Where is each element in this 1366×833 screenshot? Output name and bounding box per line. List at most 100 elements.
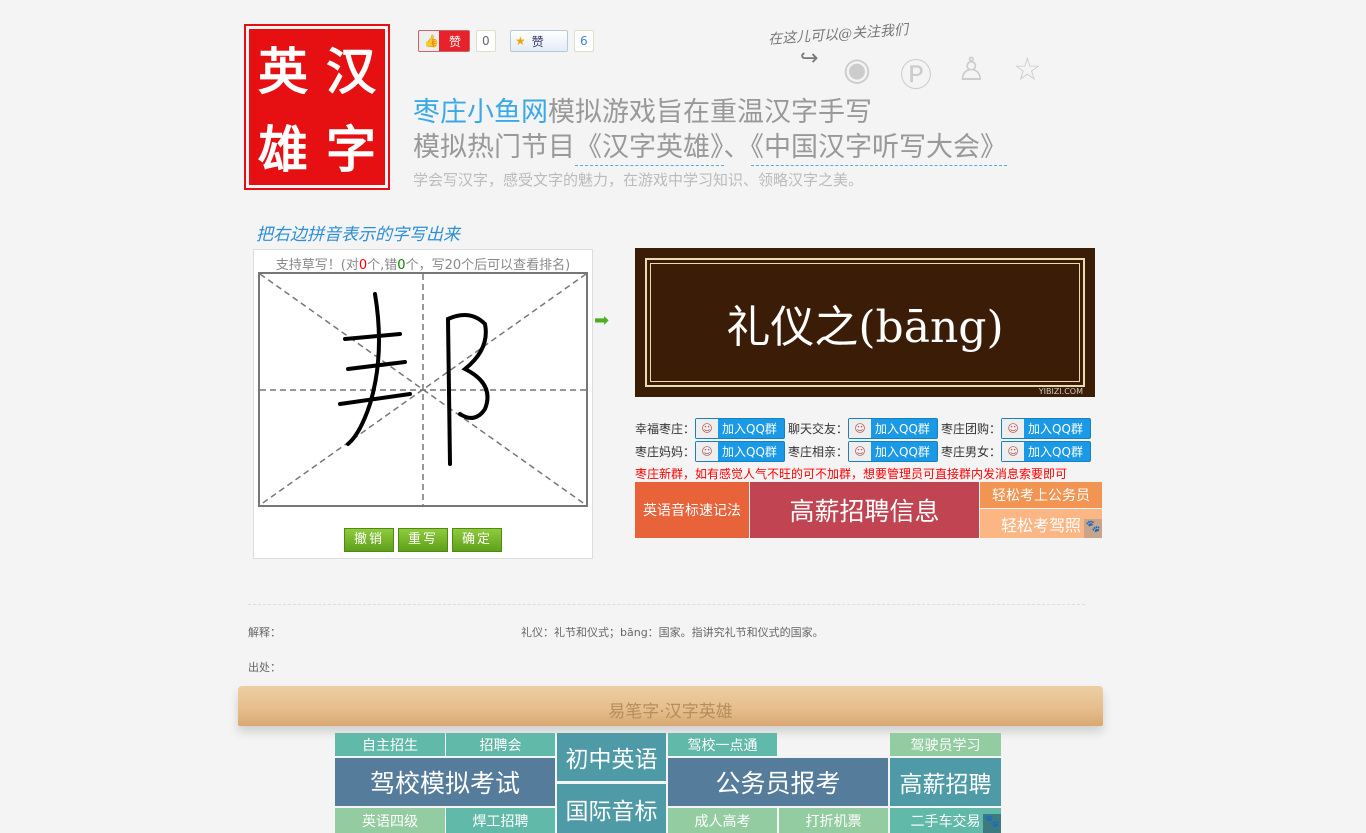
like-button[interactable]: 👍 赞: [418, 30, 470, 52]
show-link-hanzi-yingxiong[interactable]: 《汉字英雄》: [575, 132, 724, 166]
weibo-icon[interactable]: ◉: [843, 50, 871, 88]
grid-tile[interactable]: 招聘会: [446, 733, 555, 756]
grid-tile[interactable]: 国际音标: [557, 784, 666, 833]
header-line1: 枣庄小鱼网模拟游戏旨在重温汉字手写: [413, 90, 872, 129]
question-text: 礼仪之(bāng): [645, 258, 1085, 387]
grid-tile[interactable]: 自主招生: [335, 733, 445, 756]
follow-text: 在这儿可以@关注我们: [767, 22, 909, 48]
like-label: 赞: [448, 34, 461, 49]
grid-tile[interactable]: 高薪招聘: [890, 758, 1001, 806]
explain-text: 礼仪：礼节和仪式；bāng：国家。指讲究礼节和仪式的国家。: [521, 626, 824, 639]
rewrite-button[interactable]: 重写: [398, 528, 448, 552]
confirm-button[interactable]: 确定: [452, 528, 502, 552]
group-label: 枣庄相亲：: [788, 445, 849, 459]
banner-jobs[interactable]: 高薪招聘信息: [750, 482, 979, 538]
star-icon[interactable]: ☆: [1013, 50, 1042, 88]
grid-and-strokes: [259, 273, 587, 506]
button-label: 加入QQ群: [1028, 422, 1083, 436]
join-qq-button[interactable]: ☺ 加入QQ群: [1001, 418, 1092, 439]
grid-tile[interactable]: 打折机票: [779, 808, 888, 833]
qq-groups: 幸福枣庄： ☺ 加入QQ群 聊天交友： ☺ 加入QQ群 枣庄团购： ☺ 加入QQ群 枣庄妈妈…: [635, 418, 1094, 482]
header-text: 模拟游戏旨在重温汉字手写: [548, 97, 872, 128]
arrow-icon: ↪: [800, 46, 819, 71]
paw-icon[interactable]: 🐾: [1084, 519, 1102, 538]
watermark: YIBIZI.COM: [1038, 387, 1083, 396]
banner-phonetics[interactable]: 英语音标速记法: [635, 482, 749, 538]
logo-char: 雄: [258, 120, 308, 179]
like-widget: 👍 赞 0: [418, 30, 496, 52]
people-icon: ☺: [849, 419, 872, 438]
join-qq-button[interactable]: ☺ 加入QQ群: [848, 441, 939, 462]
people-icon: ☺: [849, 442, 872, 461]
star-count: 6: [574, 30, 594, 52]
group-label: 幸福枣庄：: [635, 422, 696, 436]
grid-tile[interactable]: 驾校模拟考试: [335, 758, 555, 806]
qq-note: 枣庄新群，如有感觉人气不旺的可不加群，想要管理员可直接群内发消息索要即可: [635, 467, 1068, 481]
writing-panel: 支持草写！(对0个,错0个，写20个后可以查看排名) 撤销 重写 确定: [253, 249, 593, 559]
banner-civil-service[interactable]: 轻松考上公务员: [980, 482, 1102, 508]
button-label: 加入QQ群: [875, 445, 930, 459]
paw-icon[interactable]: 🐾: [983, 814, 1001, 833]
pinterest-icon[interactable]: Ⓟ: [900, 50, 932, 96]
caption-text: 支持草写！(对: [275, 258, 359, 273]
group-label: 枣庄妈妈：: [635, 445, 696, 459]
handwritten-strokes: [338, 292, 490, 466]
people-icon: ☺: [1002, 419, 1025, 438]
qq-penguin-icon[interactable]: ♙: [957, 50, 986, 88]
like-count: 0: [476, 30, 496, 52]
star-icon: ★: [515, 34, 526, 48]
grid-tile[interactable]: 焊工招聘: [446, 808, 555, 833]
instruction-text: 把右边拼音表示的字写出来: [256, 225, 460, 245]
wood-shelf: 易笔字·汉字英雄: [238, 686, 1103, 726]
star-like-button[interactable]: ★ 赞: [510, 30, 568, 52]
site-logo[interactable]: 英 汉 雄 字: [244, 24, 390, 190]
join-qq-button[interactable]: ☺ 加入QQ群: [695, 441, 786, 462]
header-line2: 模拟热门节目《汉字英雄》、《中国汉字听写大会》: [413, 125, 1007, 166]
caption-text: 个,错: [367, 258, 398, 273]
brand-link[interactable]: 枣庄小鱼网: [413, 97, 548, 128]
thumbs-up-icon: 👍: [424, 34, 439, 48]
explain-label: 解释：: [248, 626, 281, 639]
grid-tile[interactable]: 驾驶员学习: [890, 733, 1001, 756]
people-icon: ☺: [696, 442, 719, 461]
header-subtitle: 学会写汉字，感受文字的魅力，在游戏中学习知识、领略汉字之美。: [413, 171, 864, 189]
join-qq-button[interactable]: ☺ 加入QQ群: [695, 418, 786, 439]
writing-canvas[interactable]: [258, 272, 588, 507]
button-label: 加入QQ群: [722, 445, 777, 459]
grid-tile[interactable]: 初中英语: [557, 733, 666, 781]
wrong-count: 0: [397, 258, 406, 273]
grid-tile[interactable]: 驾校一点通: [668, 733, 777, 756]
undo-button[interactable]: 撤销: [344, 528, 394, 552]
separator: 、: [723, 132, 751, 163]
green-arrow-icon: ➡: [594, 310, 610, 331]
grid-tile[interactable]: 成人高考: [668, 808, 777, 833]
guide-grid: [259, 273, 587, 506]
logo-char: 字: [326, 120, 376, 179]
logo-char: 英: [258, 42, 308, 101]
star-label: 赞: [531, 34, 544, 49]
group-label: 枣庄男女：: [941, 445, 1002, 459]
button-label: 加入QQ群: [722, 422, 777, 436]
qq-row: 枣庄妈妈： ☺ 加入QQ群 枣庄相亲： ☺ 加入QQ群 枣庄男女： ☺ 加入QQ群: [635, 441, 1094, 462]
right-count: 0: [358, 258, 368, 273]
grid-tile[interactable]: 英语四级: [335, 808, 445, 833]
show-link-tingxie[interactable]: 《中国汉字听写大会》: [750, 132, 1007, 166]
join-qq-button[interactable]: ☺ 加入QQ群: [1001, 441, 1092, 462]
group-label: 聊天交友：: [788, 422, 849, 436]
star-widget: ★ 赞 6: [510, 30, 594, 52]
button-label: 加入QQ群: [1028, 445, 1083, 459]
button-label: 加入QQ群: [875, 422, 930, 436]
group-label: 枣庄团购：: [941, 422, 1002, 436]
caption-text: 个，写20个后可以查看排名): [405, 258, 571, 273]
people-icon: ☺: [696, 419, 719, 438]
score-caption: 支持草写！(对0个,错0个，写20个后可以查看排名): [254, 254, 592, 273]
logo-char: 汉: [326, 42, 376, 101]
header-text: 模拟热门节目: [413, 132, 575, 163]
divider: [248, 604, 1085, 605]
grid-tile[interactable]: 公务员报考: [668, 758, 888, 806]
qq-row: 幸福枣庄： ☺ 加入QQ群 聊天交友： ☺ 加入QQ群 枣庄团购： ☺ 加入QQ群: [635, 418, 1094, 439]
question-board: 礼仪之(bāng) YIBIZI.COM: [635, 248, 1095, 397]
people-icon: ☺: [1002, 442, 1025, 461]
source-label: 出处：: [248, 661, 281, 674]
join-qq-button[interactable]: ☺ 加入QQ群: [848, 418, 939, 439]
